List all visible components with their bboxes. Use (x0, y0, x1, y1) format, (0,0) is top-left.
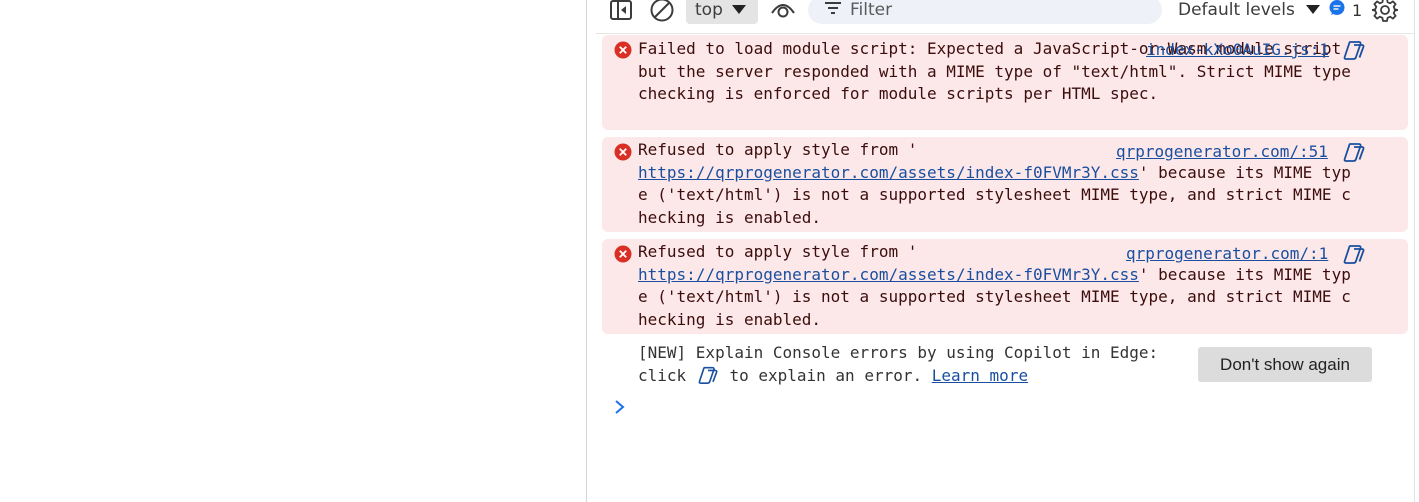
context-selector-label: top (695, 0, 723, 20)
info-explain-text: to explain an error. (729, 365, 923, 385)
copilot-explain-icon[interactable] (1341, 140, 1367, 164)
filter-icon (824, 0, 842, 20)
filter-input[interactable]: Filter (808, 0, 1162, 24)
context-selector[interactable]: top (686, 0, 758, 24)
inspected-page-area (0, 0, 586, 502)
devtools-splitter[interactable] (586, 0, 587, 502)
clear-console-icon[interactable] (647, 0, 677, 24)
copilot-info-message: [NEW] Explain Console errors by using Co… (638, 342, 1198, 387)
console-error-message: Refused to apply style from ' https://qrp… (602, 137, 1408, 232)
info-line-2: click to explain an error. Learn more (638, 365, 1198, 388)
issues-counter[interactable]: 1 (1328, 0, 1362, 24)
stylesheet-url-link[interactable]: https://qrprogenerator.com/assets/index-… (638, 163, 1139, 182)
live-expression-eye-icon[interactable] (768, 0, 798, 24)
source-link[interactable]: qrprogenerator.com/:51 (1116, 141, 1328, 163)
filter-placeholder: Filter (850, 0, 893, 20)
error-icon (614, 245, 632, 263)
source-link[interactable]: index-kXo0AuIG.js:1 (1146, 39, 1329, 61)
chevron-down-icon (1305, 0, 1321, 20)
console-prompt-input[interactable] (614, 396, 1404, 422)
log-levels-label: Default levels (1178, 0, 1295, 20)
error-message-prefix: Refused to apply style from ' (638, 242, 918, 261)
copilot-explain-icon[interactable] (1341, 38, 1367, 62)
console-toolbar: top Filter Default levels 1 (596, 0, 1414, 34)
log-levels-dropdown[interactable]: Default levels (1178, 0, 1321, 24)
info-line-1: [NEW] Explain Console errors by using Co… (638, 343, 1159, 362)
message-bubble-icon (1328, 0, 1346, 21)
prompt-chevron-icon (614, 399, 626, 419)
console-error-message: Failed to load module script: Expected a… (602, 35, 1408, 130)
error-message-prefix: Refused to apply style from ' (638, 140, 918, 159)
info-click-text: click (638, 365, 687, 385)
error-icon (614, 41, 632, 59)
issues-count: 1 (1352, 0, 1363, 20)
copilot-icon (696, 365, 720, 385)
error-icon (614, 143, 632, 161)
source-link[interactable]: qrprogenerator.com/:1 (1126, 243, 1328, 265)
stylesheet-url-link[interactable]: https://qrprogenerator.com/assets/index-… (638, 265, 1139, 284)
chevron-down-icon (731, 0, 747, 20)
devtools-right-border (1414, 0, 1415, 502)
learn-more-link[interactable]: Learn more (932, 366, 1028, 385)
console-error-message: Refused to apply style from ' https://qrp… (602, 239, 1408, 334)
dont-show-again-button[interactable]: Don't show again (1198, 347, 1372, 382)
sidebar-toggle-icon[interactable] (606, 0, 636, 24)
gear-icon[interactable] (1370, 0, 1400, 24)
copilot-explain-icon[interactable] (1341, 242, 1367, 266)
devtools-console-panel: top Filter Default levels 1 Failed to lo… (596, 0, 1419, 502)
